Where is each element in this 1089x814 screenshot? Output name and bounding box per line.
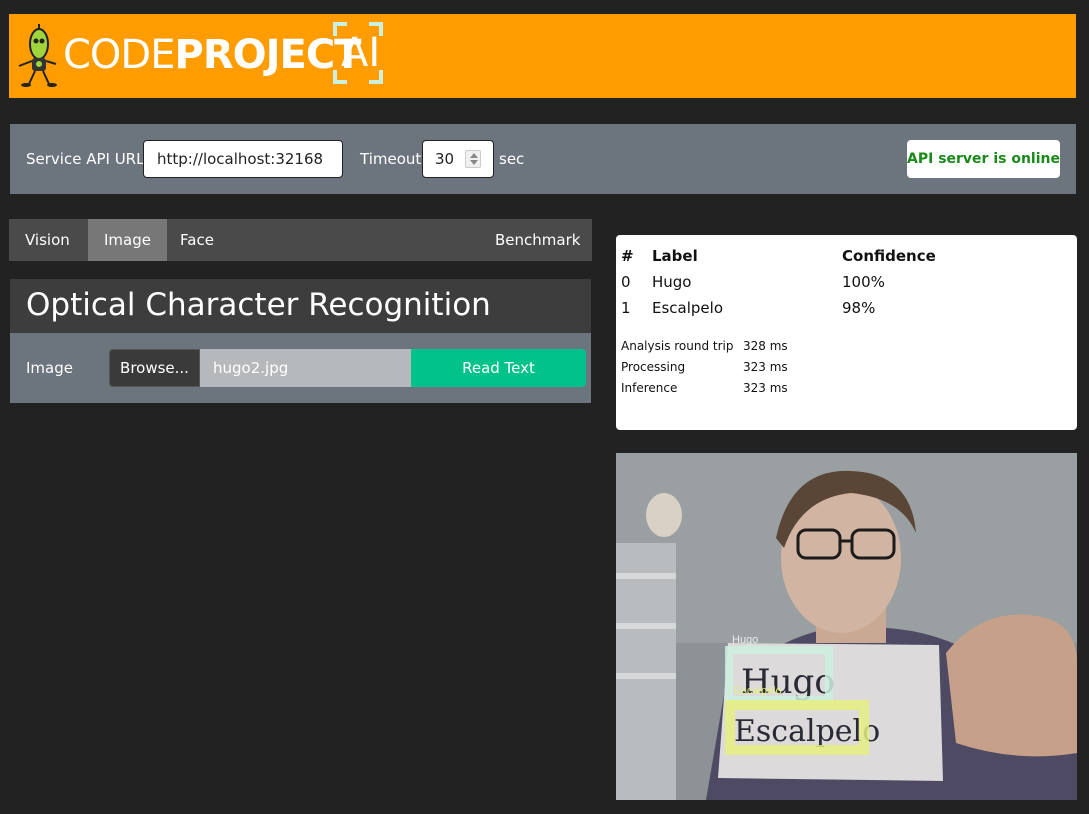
timing-row: Analysis round trip 328 ms [621, 336, 788, 357]
timing-list: Analysis round trip 328 ms Processing 323 … [621, 336, 788, 399]
row-confidence: 100% [842, 273, 885, 291]
detection-label-escalpelo: Escalpelo [734, 685, 782, 697]
logo-ai-text: AI [341, 30, 381, 76]
file-name-field[interactable]: hugo2.jpg [200, 349, 411, 387]
logo-ai-mark: AI [333, 22, 383, 84]
tab-face[interactable]: Face [164, 219, 230, 261]
timing-value: 323 ms [743, 381, 788, 395]
row-index: 0 [621, 273, 631, 291]
header-confidence: Confidence [842, 247, 936, 265]
spinner-up-icon[interactable] [470, 153, 478, 158]
timeout-label: Timeout [360, 150, 422, 168]
row-index: 1 [621, 299, 631, 317]
row-label: Escalpelo [652, 299, 723, 317]
browse-button[interactable]: Browse... [109, 349, 200, 387]
tab-bar: Vision Image Face Benchmark [9, 219, 592, 261]
handwritten-escalpelo: Escalpelo [734, 714, 880, 749]
shelf-shape [616, 543, 676, 800]
service-api-label: Service API URL [26, 150, 145, 168]
timeout-input[interactable]: 30 [422, 140, 494, 178]
header-banner: CODEPROJECT AI [9, 14, 1076, 98]
api-settings-bar: Service API URL http://localhost:32168 T… [10, 124, 1076, 194]
read-text-button[interactable]: Read Text [411, 349, 586, 387]
logo-code: CODE [63, 32, 175, 78]
timeout-unit: sec [499, 150, 525, 168]
image-label: Image [26, 359, 73, 377]
tab-vision[interactable]: Vision [9, 219, 86, 261]
mascot-logo-icon [18, 24, 57, 87]
row-confidence: 98% [842, 299, 876, 317]
header-index: # [621, 247, 634, 265]
ocr-panel-header: Optical Character Recognition [10, 279, 591, 333]
results-table: # Label Confidence 0 Hugo 100% 1 Escalpe… [621, 243, 1042, 321]
tab-image[interactable]: Image [88, 219, 167, 261]
logo-wordmark: CODEPROJECT [63, 32, 361, 78]
api-status-badge: API server is online [907, 140, 1060, 178]
timeout-value: 30 [435, 150, 455, 168]
timing-label: Processing [621, 360, 686, 374]
plush-toy-shape [646, 493, 682, 537]
timing-label: Inference [621, 381, 678, 395]
table-row: 1 Escalpelo 98% [621, 295, 1042, 321]
hand-shape [946, 614, 1077, 757]
timing-row: Processing 323 ms [621, 357, 788, 378]
timing-row: Inference 323 ms [621, 378, 788, 399]
row-label: Hugo [652, 273, 692, 291]
timing-label: Analysis round trip [621, 339, 734, 353]
service-url-input[interactable]: http://localhost:32168 [143, 140, 343, 178]
header-label: Label [652, 247, 698, 265]
table-row: 0 Hugo 100% [621, 269, 1042, 295]
results-header-row: # Label Confidence [621, 243, 1042, 269]
tab-benchmark[interactable]: Benchmark [479, 219, 596, 261]
result-image: Hugo Escalpelo Hugo Escalpelo [616, 453, 1077, 800]
detection-label-hugo: Hugo [732, 634, 758, 646]
ocr-panel-body: Image Browse... hugo2.jpg Read Text [10, 333, 591, 403]
panel-title: Optical Character Recognition [26, 287, 491, 323]
ocr-result-photo: Hugo Escalpelo Hugo Escalpelo [616, 453, 1077, 800]
timeout-spinner[interactable] [465, 150, 481, 168]
results-panel: # Label Confidence 0 Hugo 100% 1 Escalpe… [616, 235, 1077, 430]
timing-value: 323 ms [743, 360, 788, 374]
timing-value: 328 ms [743, 339, 788, 353]
spinner-down-icon[interactable] [470, 160, 478, 165]
